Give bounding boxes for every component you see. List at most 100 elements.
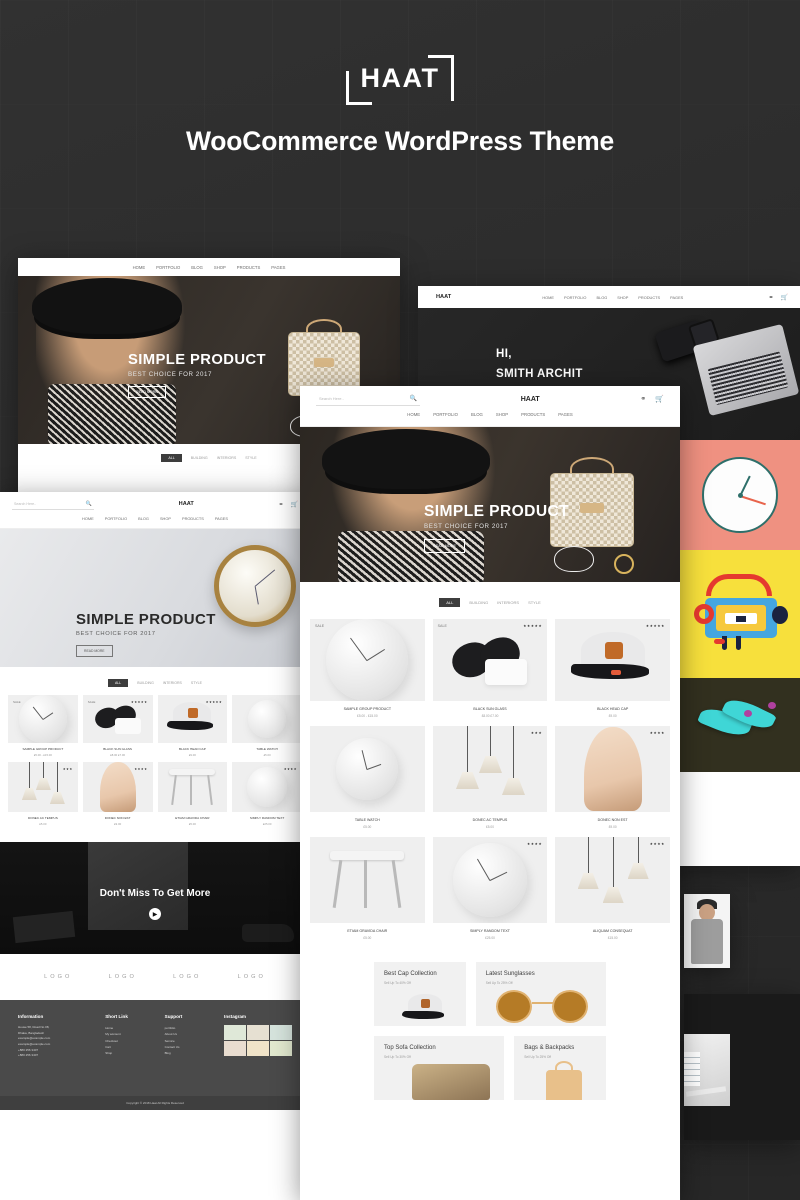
product-card[interactable]: ★★★★★ BLACK HEAD CAP £9.00 xyxy=(157,695,228,757)
product-card[interactable]: ★★★ DONEC AC TEMPUS £5.00 xyxy=(8,762,78,826)
product-card[interactable]: TABLE WATCH £5.00 xyxy=(310,726,425,829)
rating-stars: ★★★ xyxy=(530,731,543,735)
chili-illustration xyxy=(697,693,783,756)
product-card[interactable]: ★★★★ SIMPLY RANDOM TEXT £25.00 xyxy=(432,837,548,940)
product-name: BLACK HEAD CAP xyxy=(597,707,629,711)
product-card[interactable]: SALE ★★★★★ BLACK SUN GLASS £8.00 £7.00 xyxy=(432,619,548,718)
footer-phone[interactable]: +880 256 3407 xyxy=(18,1053,95,1059)
product-name: TABLE WATCH xyxy=(354,818,380,822)
nav-item-5[interactable]: PAGES xyxy=(271,265,285,270)
filter-tab-interiors[interactable]: INTERIORS xyxy=(497,600,519,605)
product-card[interactable]: TABLE WATCH £5.00 xyxy=(232,695,302,757)
search-icon[interactable]: 🔍 xyxy=(86,501,92,507)
filter-tab-building[interactable]: BUILDING xyxy=(137,681,154,685)
nav-item-0[interactable]: HOME xyxy=(542,295,554,300)
nav-item-5[interactable]: PAGES xyxy=(215,516,228,521)
filter-tab-building[interactable]: BUILDING xyxy=(191,456,208,460)
search-icon[interactable]: 🔍 xyxy=(410,395,417,402)
table-watch-image xyxy=(336,738,399,800)
site-logo[interactable]: HAAT xyxy=(430,292,457,302)
filter-tab-interiors[interactable]: INTERIORS xyxy=(163,681,182,685)
product-card[interactable]: SALE ★★★★★ BLACK SUN GLASS £8.00 £7.00 xyxy=(82,695,153,757)
filter-tab-style[interactable]: STYLE xyxy=(528,600,541,605)
nav-item-0[interactable]: HOME xyxy=(407,412,420,417)
filter-tab-building[interactable]: BUILDING xyxy=(469,600,488,605)
nav-item-2[interactable]: BLOG xyxy=(471,412,483,417)
product-card[interactable]: ★★★★ SIMPLY RANDOM TEXT £25.00 xyxy=(232,762,302,826)
collection-card-bags[interactable]: Bags & Backpacks Sell Up To 25% Off xyxy=(514,1036,606,1100)
search-placeholder: Search Here.. xyxy=(319,396,344,401)
filter-tab-interiors[interactable]: INTERIORS xyxy=(217,456,237,460)
filter-tab-all[interactable]: ALL xyxy=(439,598,461,607)
filter-tab-style[interactable]: STYLE xyxy=(245,456,256,460)
colorful-panel-column xyxy=(680,440,800,800)
nav-item-3[interactable]: SHOP xyxy=(160,516,171,521)
product-price: £9.00 xyxy=(608,825,617,829)
footer-link[interactable]: Shop xyxy=(105,1050,154,1056)
collection-card-cap[interactable]: Best Cap Collection Sell Up To 40% Off xyxy=(374,962,466,1026)
nav-item-0[interactable]: HOME xyxy=(82,516,94,521)
nav-item-3[interactable]: SHOP xyxy=(496,412,508,417)
nav-item-4[interactable]: PRODUCTS xyxy=(182,516,204,521)
nav-item-4[interactable]: PRODUCTS xyxy=(638,295,660,300)
nav-item-2[interactable]: BLOG xyxy=(596,295,607,300)
banner-title: SIMPLE PRODUCT xyxy=(424,503,570,520)
banner-read-more-button[interactable]: READ MORE xyxy=(76,645,113,657)
nav-item-5[interactable]: PAGES xyxy=(558,412,573,417)
nav-item-2[interactable]: BLOG xyxy=(191,265,203,270)
product-name: DONEC NON EST xyxy=(104,816,131,820)
product-card[interactable]: SALE SAMPLE GROUP PRODUCT £5.00 - £15.00 xyxy=(8,695,78,757)
nav-item-2[interactable]: BLOG xyxy=(138,516,149,521)
collection-card-sofa[interactable]: Top Sofa Collection Sell Up To 30% Off xyxy=(374,1036,505,1100)
site-logo[interactable]: HAAT xyxy=(173,499,200,509)
office-photo-card[interactable] xyxy=(684,994,800,1140)
nav-item-1[interactable]: PORTFOLIO xyxy=(564,295,586,300)
nav-item-4[interactable]: PRODUCTS xyxy=(237,265,261,270)
nav-item-1[interactable]: PORTFOLIO xyxy=(433,412,458,417)
nav-item-4[interactable]: PRODUCTS xyxy=(521,412,545,417)
user-icon[interactable]: ⚭ xyxy=(278,501,283,508)
pocketwatch-image xyxy=(214,545,296,627)
round-sunglass-image xyxy=(494,988,590,1024)
product-filter-tabs[interactable]: ALL BUILDING INTERIORS STYLE xyxy=(300,598,680,607)
nav-item-0[interactable]: HOME xyxy=(133,265,146,270)
collection-card-sunglasses[interactable]: Latest Sunglasses Sell Up To 25% Off xyxy=(475,962,606,1026)
filter-tab-all[interactable]: ALL xyxy=(161,454,182,462)
site-logo[interactable]: HAAT xyxy=(513,393,548,406)
nav-item-5[interactable]: PAGES xyxy=(670,295,683,300)
play-circle-icon[interactable]: ▶ xyxy=(149,908,161,920)
product-card[interactable]: ETIAM GRAVIDA CHAIR £5.00 xyxy=(157,762,228,826)
collection-subtitle: Sell Up To 40% Off xyxy=(384,981,411,985)
footer-link[interactable]: Blog xyxy=(165,1050,214,1056)
product-name: BLACK SUN GLASS xyxy=(103,747,132,751)
product-card[interactable]: ★★★★ ALIQUAM CONSEQUAT £15.00 xyxy=(555,837,670,940)
product-card[interactable]: ★★★★ DONEC NON EST £9.00 xyxy=(555,726,670,829)
product-price: £9.00 xyxy=(114,822,122,826)
user-icon[interactable]: ⚭ xyxy=(768,294,773,301)
screenshot-watch-home[interactable]: Search Here.. 🔍 HAAT ⚭ 🛒 HOME PORTFOLIO … xyxy=(0,492,310,1200)
instagram-feed[interactable] xyxy=(224,1025,292,1056)
product-name: ETIAM GRAVIDA CHAIR xyxy=(347,929,388,933)
screenshot-main-shop[interactable]: Search Here.. 🔍 HAAT ⚭ 🛒 HOME PORTFOLIO … xyxy=(300,386,680,1200)
hero-subtitle: WooCommerce WordPress Theme xyxy=(185,126,615,156)
cart-icon[interactable]: 🛒 xyxy=(291,501,298,508)
tshirt-product-card[interactable] xyxy=(684,894,730,968)
filter-tab-all[interactable]: ALL xyxy=(108,679,129,687)
banner-read-more-button[interactable]: READ MORE xyxy=(128,386,166,398)
user-icon[interactable]: ⚭ xyxy=(640,395,646,403)
nav-item-1[interactable]: PORTFOLIO xyxy=(105,516,127,521)
nav-item-3[interactable]: SHOP xyxy=(617,295,628,300)
banner-read-more-button[interactable]: READ MORE xyxy=(424,539,465,553)
cart-icon[interactable]: 🛒 xyxy=(655,395,664,403)
cart-icon[interactable]: 🛒 xyxy=(781,294,788,301)
product-card[interactable]: ★★★ DONEC AC TEMPUS £5.00 xyxy=(432,726,548,829)
rating-stars: ★★★★★ xyxy=(523,624,543,628)
filter-tab-style[interactable]: STYLE xyxy=(191,681,202,685)
product-card[interactable]: SALE SAMPLE GROUP PRODUCT £5.00 - £15.00 xyxy=(310,619,425,718)
nav-item-1[interactable]: PORTFOLIO xyxy=(156,265,180,270)
product-card[interactable]: ★★★★★ BLACK HEAD CAP £9.00 xyxy=(555,619,670,718)
rating-stars: ★★★★★ xyxy=(645,624,665,628)
product-card[interactable]: ETIAM GRAVIDA CHAIR £5.00 xyxy=(310,837,425,940)
nav-item-3[interactable]: SHOP xyxy=(214,265,226,270)
product-card[interactable]: ★★★★ DONEC NON EST £9.00 xyxy=(82,762,153,826)
